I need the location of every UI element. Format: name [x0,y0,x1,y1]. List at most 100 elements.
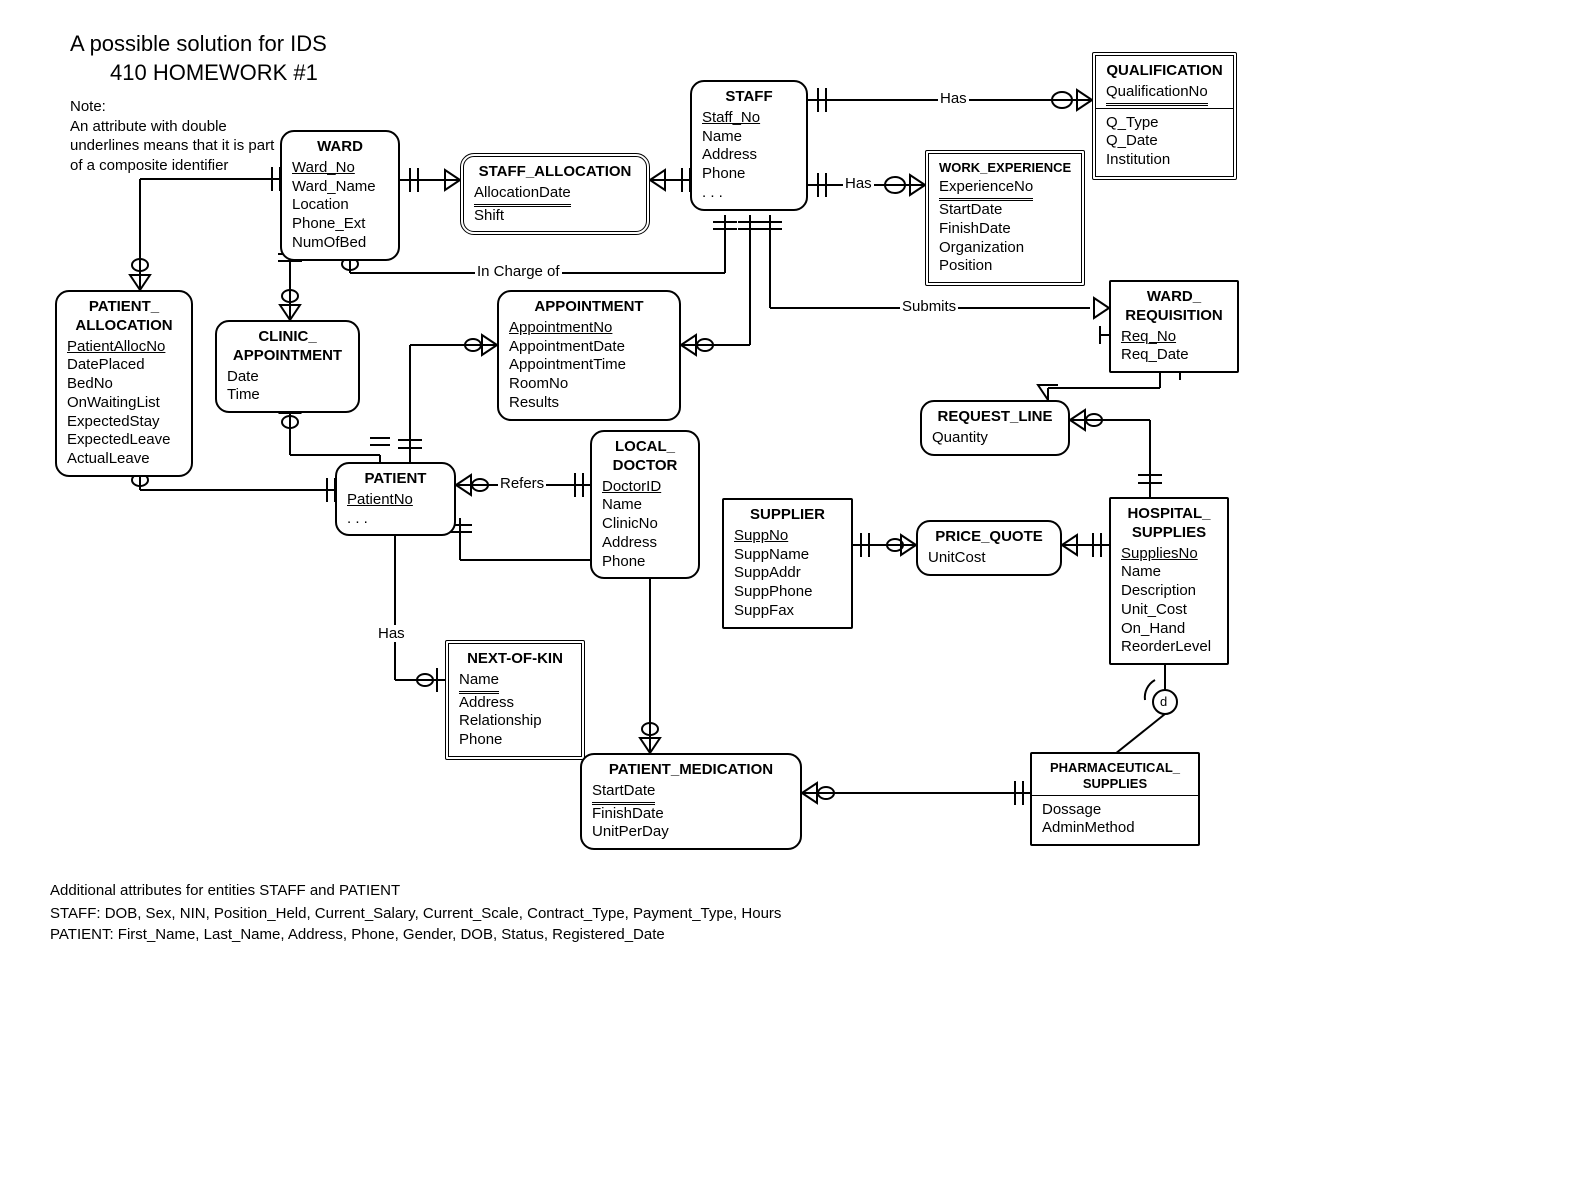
entity-patient: PATIENT PatientNo . . . [335,462,456,536]
staff-allocation-attr-0: AllocationDate [474,184,571,207]
next-of-kin-attr-0: Name [459,671,499,694]
qualification-attr-1: Q_Type [1106,114,1223,133]
entity-local-doctor: LOCAL_ DOCTOR DoctorID Name ClinicNo Add… [590,430,700,579]
work-experience-attr-0: ExperienceNo [939,178,1033,201]
footer-staff: STAFF: DOB, Sex, NIN, Position_Held, Cur… [50,903,781,924]
rel-in-charge-of: In Charge of [475,263,562,280]
entity-next-of-kin: NEXT-OF-KIN Name Address Relationship Ph… [445,640,585,760]
patient-name: PATIENT [347,470,444,489]
work-experience-attr-2: FinishDate [939,220,1071,239]
entity-patient-allocation: PATIENT_ ALLOCATION PatientAllocNo DateP… [55,290,193,477]
local-doctor-attr-1: Name [602,496,688,515]
entity-clinic-appointment: CLINIC_ APPOINTMENT Date Time [215,320,360,413]
price-quote-name: PRICE_QUOTE [928,528,1050,547]
appointment-attr-0: AppointmentNo [509,319,669,338]
qualification-attr-0: QualificationNo [1106,83,1208,106]
patient-medication-attr-2: UnitPerDay [592,823,790,842]
disjoint-d: d [1160,694,1167,709]
next-of-kin-name: NEXT-OF-KIN [459,650,571,669]
hospital-supplies-attr-5: ReorderLevel [1121,638,1217,657]
staff-attr-4: . . . [702,184,796,203]
footer-patient: PATIENT: First_Name, Last_Name, Address,… [50,924,781,945]
next-of-kin-attr-3: Phone [459,731,571,750]
appointment-attr-3: RoomNo [509,375,669,394]
patient-medication-name: PATIENT_MEDICATION [592,761,790,780]
ward-attr-1: Ward_Name [292,178,388,197]
hospital-supplies-attr-2: Description [1121,582,1217,601]
ward-requisition-attr-0: Req_No [1121,328,1227,347]
entity-price-quote: PRICE_QUOTE UnitCost [916,520,1062,576]
supplier-attr-0: SuppNo [734,527,841,546]
supplier-attr-1: SuppName [734,546,841,565]
entity-qualification: QUALIFICATION QualificationNo Q_Type Q_D… [1092,52,1237,180]
hospital-supplies-attr-0: SuppliesNo [1121,545,1217,564]
local-doctor-name: LOCAL_ DOCTOR [602,438,688,476]
staff-attr-3: Phone [702,165,796,184]
patient-allocation-attr-1: DatePlaced [67,356,181,375]
appointment-name: APPOINTMENT [509,298,669,317]
appointment-attr-1: AppointmentDate [509,338,669,357]
next-of-kin-attr-1: Address [459,694,571,713]
supplier-attr-2: SuppAddr [734,564,841,583]
note-heading: Note: [70,97,327,117]
local-doctor-attr-0: DoctorID [602,478,688,497]
entity-request-line: REQUEST_LINE Quantity [920,400,1070,456]
ward-name: WARD [292,138,388,157]
pharmaceutical-supplies-attr-0: Dossage [1042,801,1188,820]
hospital-supplies-attr-1: Name [1121,563,1217,582]
entity-patient-medication: PATIENT_MEDICATION StartDate FinishDate … [580,753,802,850]
request-line-name: REQUEST_LINE [932,408,1058,427]
ward-requisition-name: WARD_ REQUISITION [1121,288,1227,326]
next-of-kin-attr-2: Relationship [459,712,571,731]
staff-allocation-name: STAFF_ALLOCATION [474,163,636,182]
rel-has-experience: Has [843,175,874,192]
price-quote-attr-0: UnitCost [928,549,1050,568]
ward-requisition-attr-1: Req_Date [1121,346,1227,365]
title-line2: 410 HOMEWORK #1 [110,59,327,88]
local-doctor-attr-2: ClinicNo [602,515,688,534]
rel-has-nok: Has [376,625,407,642]
work-experience-attr-3: Organization [939,239,1071,258]
entity-pharmaceutical-supplies: PHARMACEUTICAL_ SUPPLIES Dossage AdminMe… [1030,752,1200,846]
hospital-supplies-attr-4: On_Hand [1121,620,1217,639]
patient-allocation-attr-2: BedNo [67,375,181,394]
entity-ward: WARD Ward_No Ward_Name Location Phone_Ex… [280,130,400,261]
ward-attr-4: NumOfBed [292,234,388,253]
patient-allocation-attr-3: OnWaitingList [67,394,181,413]
supplier-name: SUPPLIER [734,506,841,525]
work-experience-attr-1: StartDate [939,201,1071,220]
pharmaceutical-supplies-name: PHARMACEUTICAL_ SUPPLIES [1042,760,1188,793]
patient-allocation-attr-4: ExpectedStay [67,413,181,432]
rel-refers: Refers [498,475,546,492]
entity-appointment: APPOINTMENT AppointmentNo AppointmentDat… [497,290,681,421]
staff-allocation-attr-1: Shift [474,207,636,226]
supplier-attr-4: SuppFax [734,602,841,621]
patient-attr-1: . . . [347,510,444,529]
entity-supplier: SUPPLIER SuppNo SuppName SuppAddr SuppPh… [722,498,853,629]
title-line1: A possible solution for IDS [70,30,327,59]
patient-attr-0: PatientNo [347,491,444,510]
clinic-appointment-name: CLINIC_ APPOINTMENT [227,328,348,366]
qualification-attr-3: Institution [1106,151,1223,170]
work-experience-attr-4: Position [939,257,1071,276]
staff-attr-0: Staff_No [702,109,796,128]
entity-staff-allocation: STAFF_ALLOCATION AllocationDate Shift [460,153,650,235]
staff-attr-1: Name [702,128,796,147]
appointment-attr-2: AppointmentTime [509,356,669,375]
appointment-attr-4: Results [509,394,669,413]
hospital-supplies-attr-3: Unit_Cost [1121,601,1217,620]
patient-allocation-attr-6: ActualLeave [67,450,181,469]
patient-medication-attr-1: FinishDate [592,805,790,824]
staff-attr-2: Address [702,146,796,165]
patient-allocation-name: PATIENT_ ALLOCATION [67,298,181,336]
qualification-name: QUALIFICATION [1106,62,1223,81]
entity-staff: STAFF Staff_No Name Address Phone . . . [690,80,808,211]
local-doctor-attr-3: Address [602,534,688,553]
entity-hospital-supplies: HOSPITAL_ SUPPLIES SuppliesNo Name Descr… [1109,497,1229,665]
entity-ward-requisition: WARD_ REQUISITION Req_No Req_Date [1109,280,1239,373]
footer-title: Additional attributes for entities STAFF… [50,880,781,901]
clinic-appointment-attr-0: Date [227,368,348,387]
hospital-supplies-name: HOSPITAL_ SUPPLIES [1121,505,1217,543]
staff-name: STAFF [702,88,796,107]
entity-work-experience: WORK_EXPERIENCE ExperienceNo StartDate F… [925,150,1085,286]
